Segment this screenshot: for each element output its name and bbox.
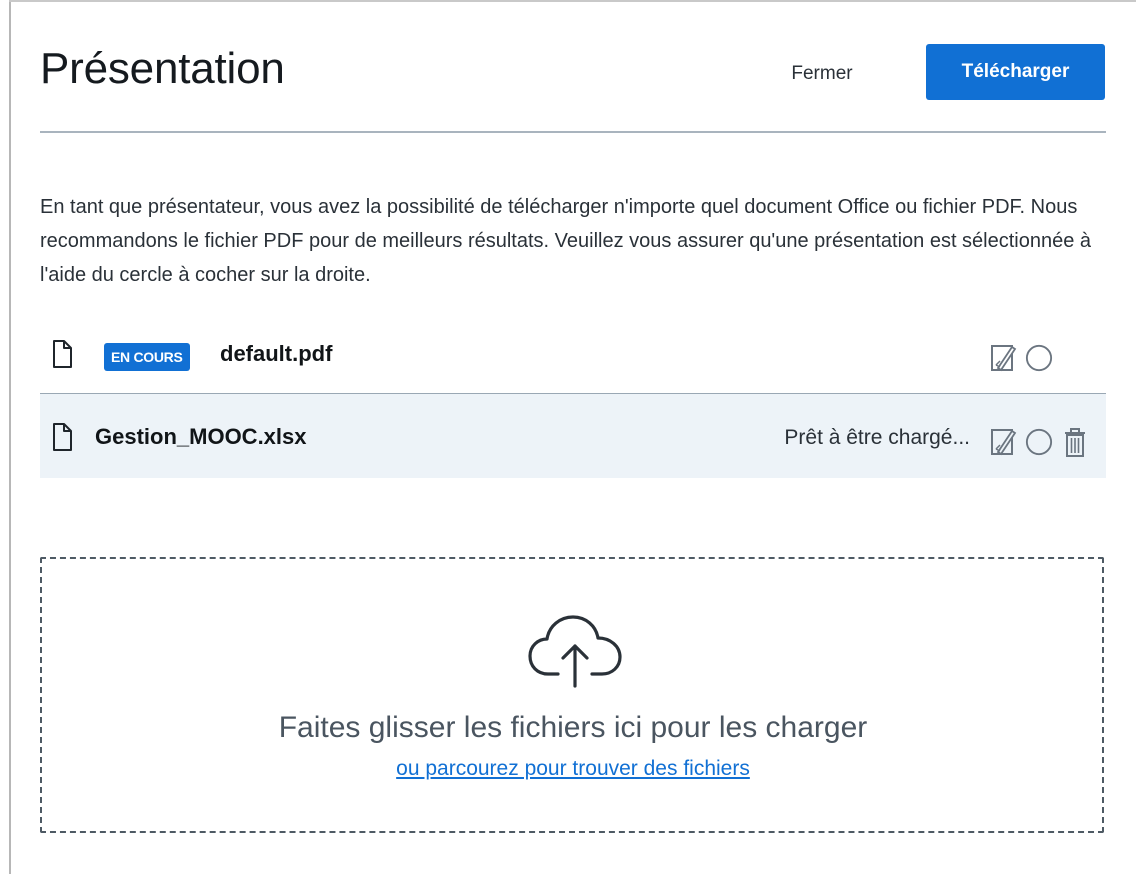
browse-files-container: ou parcourez pour trouver des fichiers [40,757,1106,781]
dropzone-text: Faites glisser les fichiers ici pour les… [278,711,868,744]
edit-download-icon[interactable] [990,341,1018,373]
cloud-upload-icon [528,615,622,688]
edit-download-icon[interactable] [990,425,1018,457]
current-badge: EN COURS [104,343,190,371]
radio-circle-icon[interactable] [1025,426,1053,458]
close-button[interactable]: Fermer [770,58,874,90]
file-icon [53,423,72,451]
modal-left-border [9,0,11,874]
browse-files-link[interactable]: ou parcourez pour trouver des fichiers [396,757,750,780]
trash-icon[interactable] [1061,426,1089,458]
file-row-default[interactable]: EN COURS default.pdf [40,327,1106,393]
radio-circle-icon[interactable] [1025,342,1053,374]
upload-status: Prêt à être chargé... [784,426,970,449]
modal-top-border [9,0,1136,2]
file-dropzone[interactable] [40,557,1104,833]
page-title: Présentation [40,44,285,93]
file-row-gestion-mooc[interactable]: Gestion_MOOC.xlsx Prêt à être chargé... [40,394,1106,478]
upload-button[interactable]: Télécharger [926,44,1105,100]
header-divider [40,131,1106,133]
file-icon [53,340,72,368]
file-name: default.pdf [220,341,333,366]
file-name: Gestion_MOOC.xlsx [95,424,307,449]
upload-description: En tant que présentateur, vous avez la p… [40,196,1092,286]
